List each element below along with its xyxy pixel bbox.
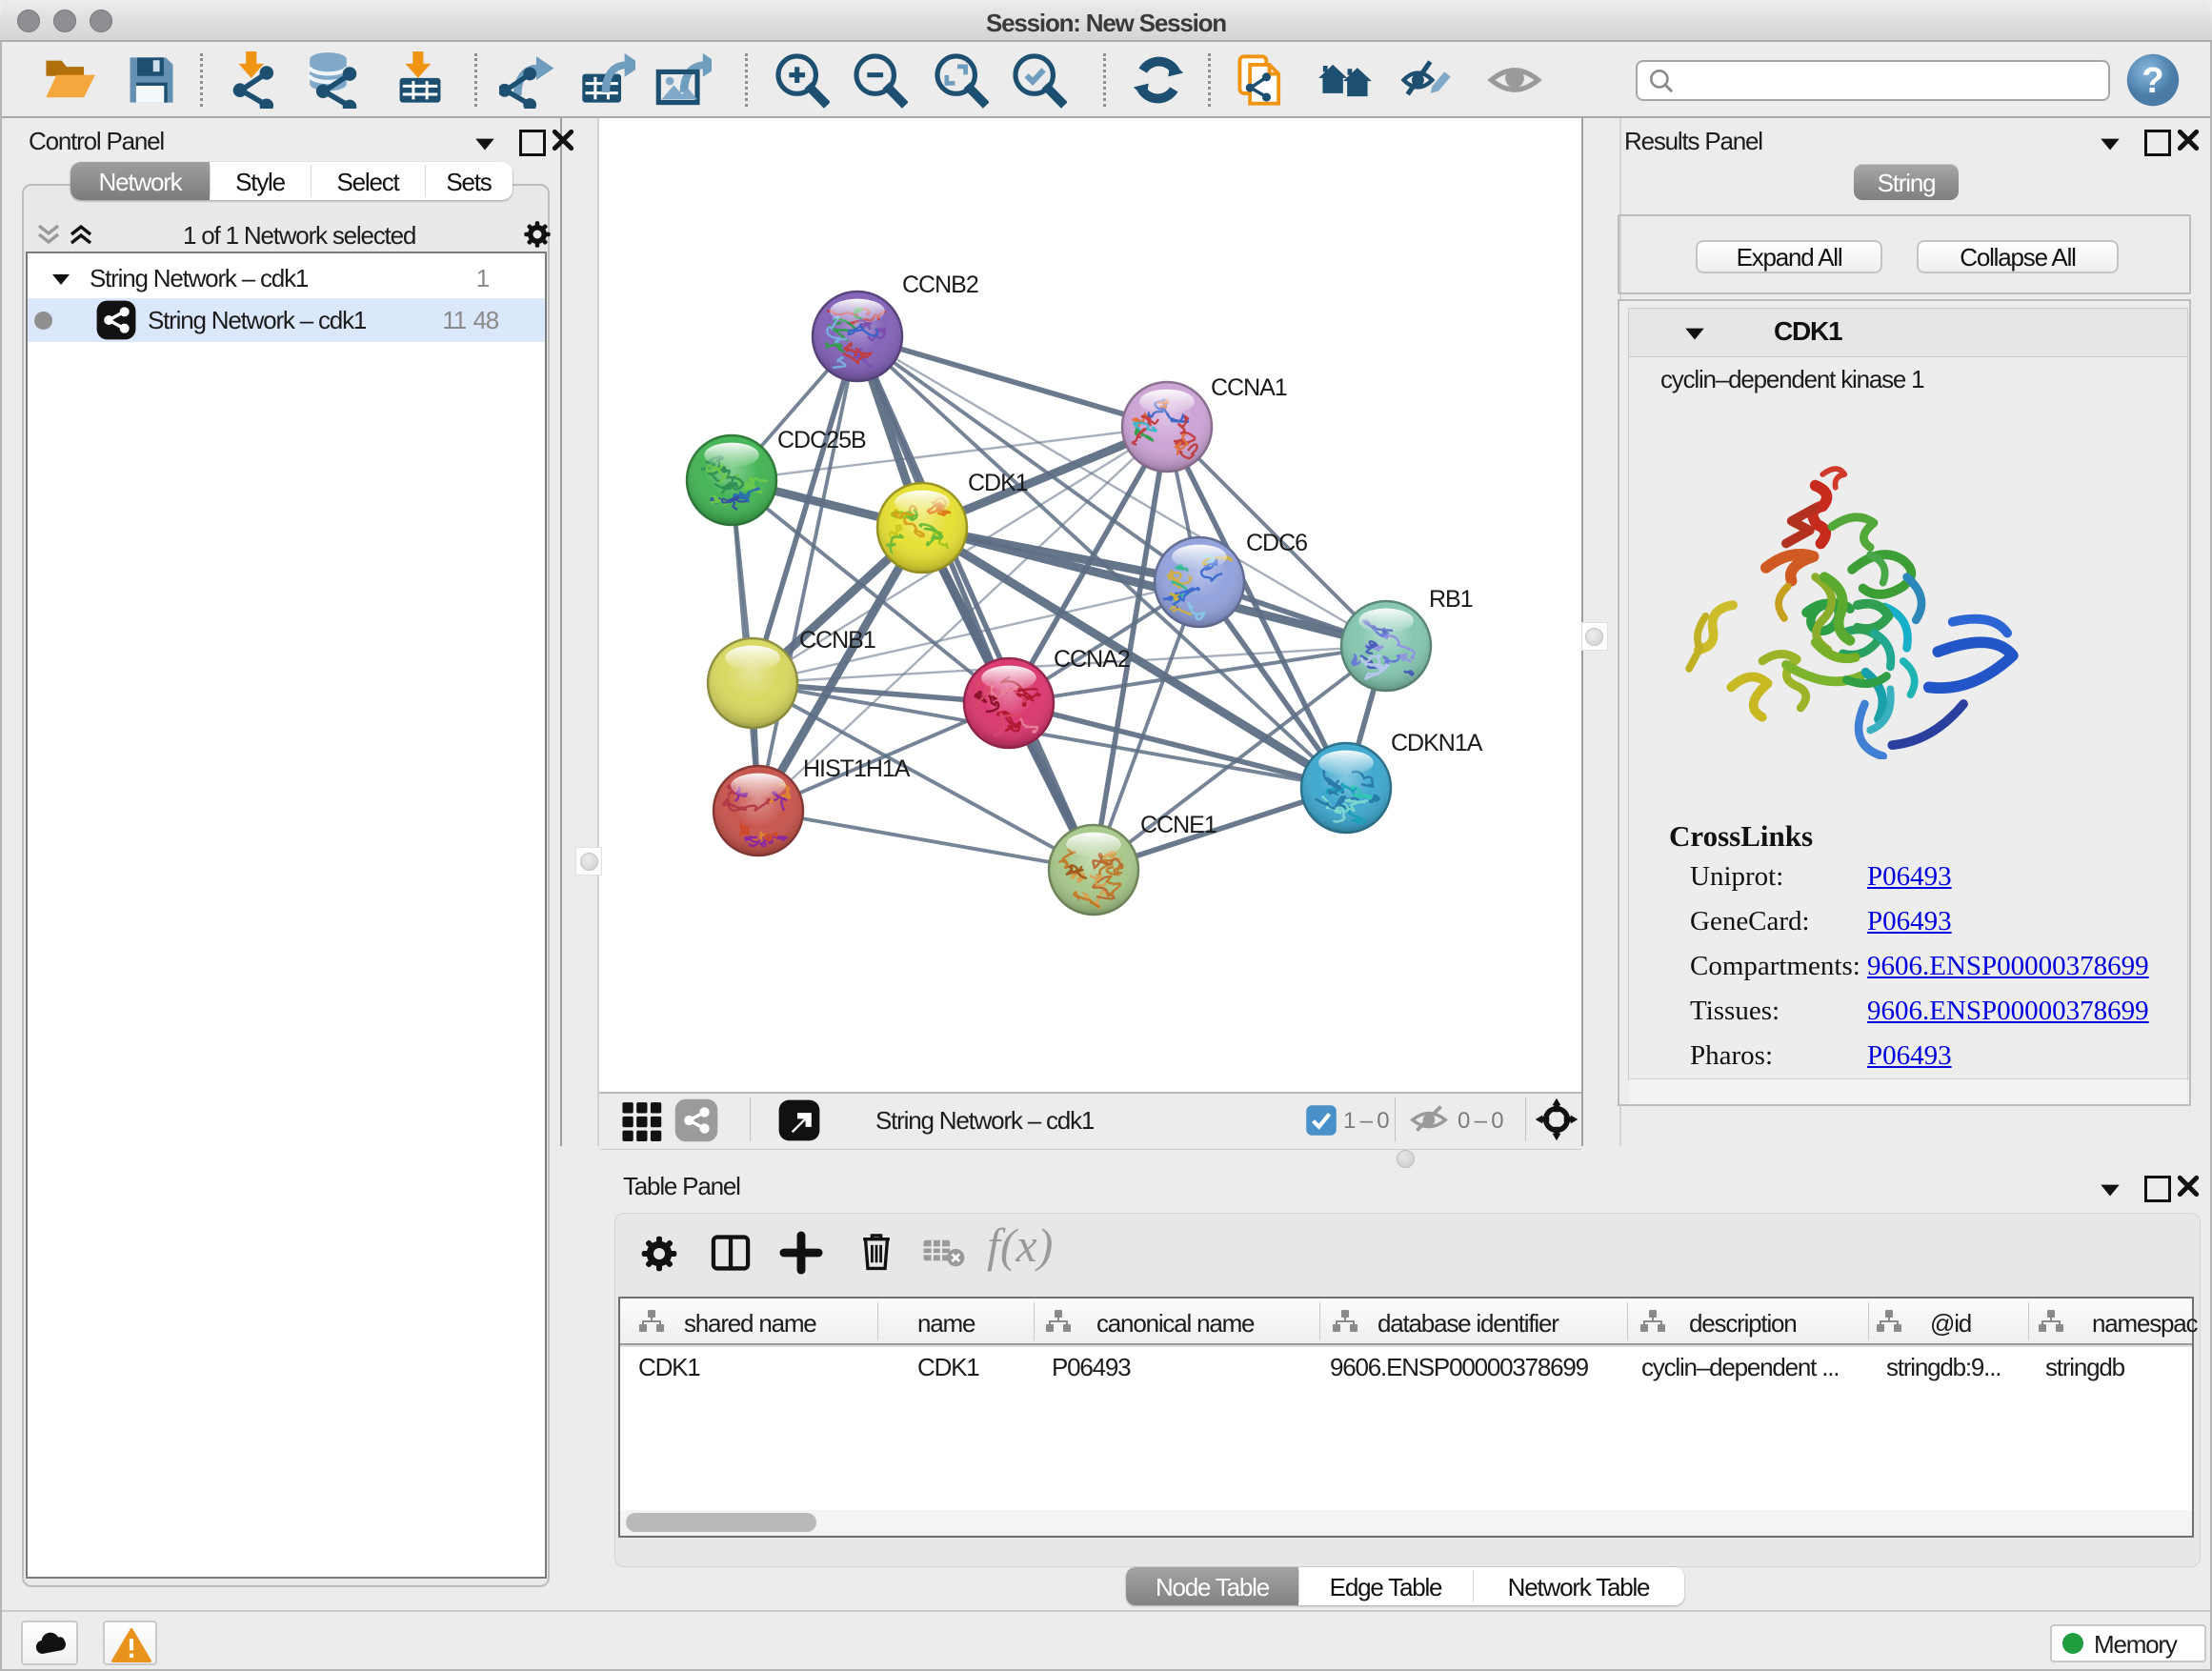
svg-text:CDKN1A: CDKN1A xyxy=(1391,730,1483,756)
svg-text:?: ? xyxy=(2142,61,2163,101)
svg-text:CDK1: CDK1 xyxy=(968,470,1028,496)
svg-text:CCNB1: CCNB1 xyxy=(799,627,875,654)
svg-text:CCNB2: CCNB2 xyxy=(902,272,978,298)
svg-text:CCNA1: CCNA1 xyxy=(1211,374,1287,401)
svg-text:HIST1H1A: HIST1H1A xyxy=(803,755,911,782)
svg-text:CDC6: CDC6 xyxy=(1246,530,1307,556)
svg-text:CCNE1: CCNE1 xyxy=(1140,812,1217,838)
svg-text:CDC25B: CDC25B xyxy=(777,427,866,453)
svg-text:RB1: RB1 xyxy=(1429,586,1473,613)
svg-text:CCNA2: CCNA2 xyxy=(1054,646,1130,673)
